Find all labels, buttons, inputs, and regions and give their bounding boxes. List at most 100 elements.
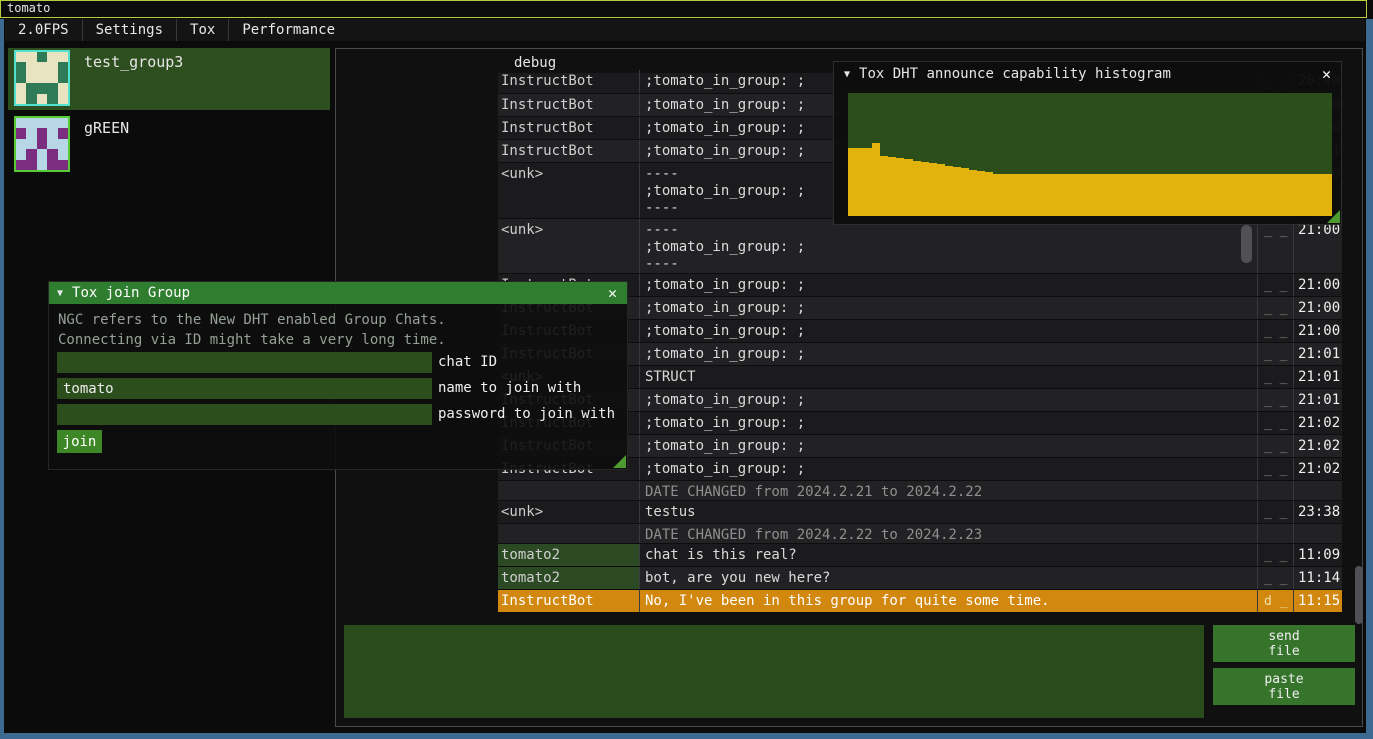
menu-item-tox[interactable]: Tox xyxy=(177,19,229,41)
message-time xyxy=(1293,524,1342,543)
paste-file-button[interactable]: paste file xyxy=(1213,668,1355,705)
histogram-bin xyxy=(1291,174,1299,216)
join-note-line2: Connecting via ID might take a very long… xyxy=(58,332,446,348)
date-changed-text: DATE CHANGED from 2024.2.21 to 2024.2.22 xyxy=(639,481,1257,500)
message-status xyxy=(1257,524,1293,543)
histogram-bin xyxy=(1227,174,1235,216)
message-row[interactable]: tomato2chat is this real?_ _11:09 xyxy=(498,544,1342,567)
message-row[interactable]: <unk>testus_ _23:38 xyxy=(498,501,1342,524)
message-text: STRUCT xyxy=(639,366,1257,388)
histogram-bin xyxy=(1082,174,1090,216)
menu-item-2-0fps[interactable]: 2.0FPS xyxy=(5,19,83,41)
message-row[interactable]: InstructBotNo, I've been in this group f… xyxy=(498,590,1342,613)
message-input[interactable] xyxy=(344,625,1204,718)
sender-name xyxy=(498,524,639,543)
histogram-bin xyxy=(921,162,929,216)
histogram-bin xyxy=(913,161,921,216)
message-status: _ _ xyxy=(1257,435,1293,457)
group-avatar xyxy=(14,50,70,106)
sender-name: <unk> xyxy=(498,219,639,273)
sender-name: InstructBot xyxy=(498,590,639,612)
message-row[interactable]: <unk>---- ;tomato_in_group: ; ----_ _21:… xyxy=(498,219,1342,274)
menu-bar: 2.0FPSSettingsToxPerformance xyxy=(5,19,1365,41)
sender-name: tomato2 xyxy=(498,544,639,566)
app-window: tomato 2.0FPSSettingsToxPerformance test… xyxy=(0,0,1373,739)
sender-name: InstructBot xyxy=(498,140,639,162)
close-icon[interactable]: ✕ xyxy=(603,284,622,303)
histogram-bin xyxy=(1146,174,1154,216)
chat-id-input[interactable] xyxy=(57,352,432,373)
histogram-bin xyxy=(1017,174,1025,216)
message-status: _ _ xyxy=(1257,412,1293,434)
histogram-bin xyxy=(1114,174,1122,216)
histogram-bin xyxy=(872,143,880,216)
sender-name: tomato2 xyxy=(498,567,639,589)
message-status xyxy=(1257,481,1293,500)
message-text: ;tomato_in_group: ; xyxy=(639,435,1257,457)
histogram-bin xyxy=(1187,174,1195,216)
message-time: 21:02 xyxy=(1293,458,1342,480)
date-changed-text: DATE CHANGED from 2024.2.22 to 2024.2.23 xyxy=(639,524,1257,543)
message-status: _ _ xyxy=(1257,297,1293,319)
sender-name: InstructBot xyxy=(498,94,639,116)
histogram-bin xyxy=(1098,174,1106,216)
message-status: _ _ xyxy=(1257,389,1293,411)
message-status: _ _ xyxy=(1257,219,1293,273)
histogram-bin xyxy=(1203,174,1211,216)
message-time: 21:00 xyxy=(1293,219,1342,273)
histogram-window: ▼ Tox DHT announce capability histogram … xyxy=(833,61,1342,225)
message-status: _ _ xyxy=(1257,458,1293,480)
group-item-green[interactable]: gREEN xyxy=(8,114,330,170)
sender-name: InstructBot xyxy=(498,70,639,93)
message-row[interactable]: tomato2bot, are you new here?_ _11:14 xyxy=(498,567,1342,590)
window-titlebar[interactable]: tomato xyxy=(0,0,1367,18)
histogram-bin xyxy=(864,148,872,216)
histogram-bin xyxy=(1300,174,1308,216)
message-status: _ _ xyxy=(1257,320,1293,342)
menu-item-performance[interactable]: Performance xyxy=(229,19,348,41)
menu-item-settings[interactable]: Settings xyxy=(83,19,177,41)
histogram-window-titlebar[interactable]: ▼ Tox DHT announce capability histogram xyxy=(834,62,1341,86)
group-item-test_group3[interactable]: test_group3 xyxy=(8,48,330,110)
histogram-bin xyxy=(888,157,896,216)
histogram-bin xyxy=(1162,174,1170,216)
join-password-input[interactable] xyxy=(57,404,432,425)
date-changed-row[interactable]: DATE CHANGED from 2024.2.21 to 2024.2.22 xyxy=(498,481,1342,501)
histogram-bin xyxy=(1235,174,1243,216)
join-window-titlebar[interactable]: ▼ Tox join Group xyxy=(49,282,627,304)
histogram-bin xyxy=(1154,174,1162,216)
histogram-bin xyxy=(993,174,1001,216)
message-text: ;tomato_in_group: ; xyxy=(639,297,1257,319)
join-group-window: ▼ Tox join Group ✕ NGC refers to the New… xyxy=(48,281,628,470)
message-text: testus xyxy=(639,501,1257,523)
collapse-arrow-icon[interactable]: ▼ xyxy=(844,69,850,80)
close-icon[interactable]: ✕ xyxy=(1317,65,1336,84)
window-edge-left[interactable] xyxy=(0,19,4,739)
window-scrollbar-thumb[interactable] xyxy=(1355,566,1363,624)
chat-scrollbar-thumb[interactable] xyxy=(1241,225,1252,263)
histogram-bin xyxy=(1033,174,1041,216)
message-status: _ _ xyxy=(1257,343,1293,365)
message-time: 21:00 xyxy=(1293,274,1342,296)
histogram-bin xyxy=(1267,174,1275,216)
join-name-field-row: name to join with xyxy=(57,378,621,399)
histogram-bin xyxy=(937,164,945,216)
join-name-input[interactable] xyxy=(57,378,432,399)
histogram-bin xyxy=(1058,174,1066,216)
histogram-bin xyxy=(1171,174,1179,216)
histogram-bin xyxy=(1316,174,1324,216)
resize-grip-icon[interactable] xyxy=(1327,210,1340,223)
join-button[interactable]: join xyxy=(57,430,102,453)
message-text: ;tomato_in_group: ; xyxy=(639,458,1257,480)
window-edge-bottom[interactable] xyxy=(0,733,1373,739)
window-edge-right[interactable] xyxy=(1366,19,1373,739)
message-status: _ _ xyxy=(1257,274,1293,296)
date-changed-row[interactable]: DATE CHANGED from 2024.2.22 to 2024.2.23 xyxy=(498,524,1342,544)
histogram-bin xyxy=(1251,174,1259,216)
send-file-button[interactable]: send file xyxy=(1213,625,1355,662)
message-text: ;tomato_in_group: ; xyxy=(639,274,1257,296)
message-status: d _ xyxy=(1257,590,1293,612)
resize-grip-icon[interactable] xyxy=(613,455,626,468)
collapse-arrow-icon[interactable]: ▼ xyxy=(57,288,63,299)
message-time: 21:00 xyxy=(1293,320,1342,342)
